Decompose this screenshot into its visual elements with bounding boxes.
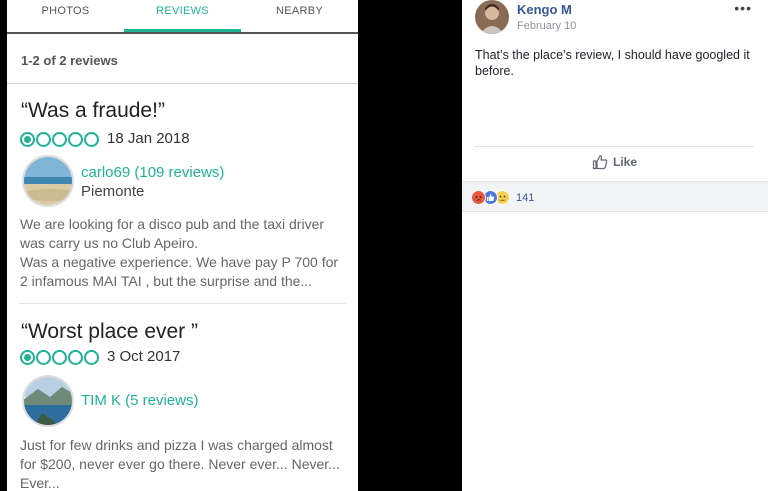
rating-bubble-empty — [52, 350, 67, 365]
review-title[interactable]: “Worst place ever ” — [21, 320, 198, 344]
divider — [474, 146, 754, 147]
tab-nearby[interactable]: NEARBY — [241, 0, 358, 32]
reactions-bar[interactable]: 141 — [462, 181, 768, 212]
review-date: 18 Jan 2018 — [107, 130, 190, 147]
review-body-line: We are looking for a disco pub and the t… — [20, 216, 325, 232]
tab-bar: PHOTOS REVIEWS NEARBY — [7, 0, 358, 34]
review-body-line: Just for few drinks and pizza I was char… — [20, 437, 333, 453]
more-options-button[interactable]: ••• — [734, 0, 752, 16]
rating-bubble-empty — [68, 350, 83, 365]
tab-reviews[interactable]: REVIEWS — [124, 0, 241, 32]
rating-bubbles — [20, 132, 99, 147]
like-button[interactable]: Like — [592, 154, 637, 170]
review-date: 3 Oct 2017 — [107, 348, 181, 365]
post-text-line: That’s the place’s review, I should have… — [475, 48, 750, 62]
avatar[interactable] — [475, 0, 509, 34]
post-text-line: before. — [475, 64, 514, 78]
review-body-line: was carry us no Club Apeiro. — [20, 235, 199, 251]
review-count: 1-2 of 2 reviews — [21, 53, 118, 68]
lake-avatar-image — [24, 377, 72, 425]
like-label: Like — [613, 155, 638, 169]
angry-icon — [471, 190, 486, 205]
reaction-icons — [471, 190, 510, 205]
rating-bubble-empty — [84, 350, 99, 365]
post-date[interactable]: February 10 — [517, 20, 576, 32]
rating-bubble-empty — [52, 132, 67, 147]
facebook-comment-panel: Kengo M February 10 ••• That’s the place… — [462, 0, 768, 491]
avatar[interactable] — [22, 155, 74, 207]
review-body-line: for $200, never ever go there. Never eve… — [20, 456, 340, 472]
rating-bubble-empty — [36, 350, 51, 365]
review-body-line: Was a negative experience. We have pay P… — [20, 254, 339, 270]
reaction-count[interactable]: 141 — [516, 192, 534, 204]
rating-bubbles — [20, 350, 99, 365]
beach-avatar-image — [24, 157, 72, 205]
profile-photo — [475, 0, 509, 34]
review-count-bar: 1-2 of 2 reviews — [7, 36, 358, 84]
rating-bubble-empty — [36, 132, 51, 147]
review-body-line: Ever... — [20, 475, 60, 491]
reviewer-name-link[interactable]: TIM K (5 reviews) — [81, 392, 199, 409]
thumbs-up-icon — [592, 155, 608, 170]
review-title[interactable]: “Was a fraude!” — [21, 99, 165, 123]
reviewer-location: Piemonte — [81, 183, 145, 200]
rating-bubble-empty — [68, 132, 83, 147]
reviewer-name-link[interactable]: carlo69 (109 reviews) — [81, 164, 224, 181]
rating-bubble-filled — [20, 132, 35, 147]
review-divider — [19, 303, 347, 304]
review-body[interactable]: We are looking for a disco pub and the t… — [20, 215, 356, 291]
tab-photos[interactable]: PHOTOS — [7, 0, 124, 32]
review-body[interactable]: Just for few drinks and pizza I was char… — [20, 436, 356, 491]
avatar[interactable] — [22, 375, 74, 427]
post-text: That’s the place’s review, I should have… — [475, 47, 761, 79]
review-panel: PHOTOS REVIEWS NEARBY 1-2 of 2 reviews “… — [7, 0, 358, 491]
rating-bubble-filled — [20, 350, 35, 365]
rating-bubble-empty — [84, 132, 99, 147]
review-body-line: 2 infamous MAI TAI , but the surprise an… — [20, 273, 313, 289]
author-name-link[interactable]: Kengo M — [517, 2, 572, 17]
